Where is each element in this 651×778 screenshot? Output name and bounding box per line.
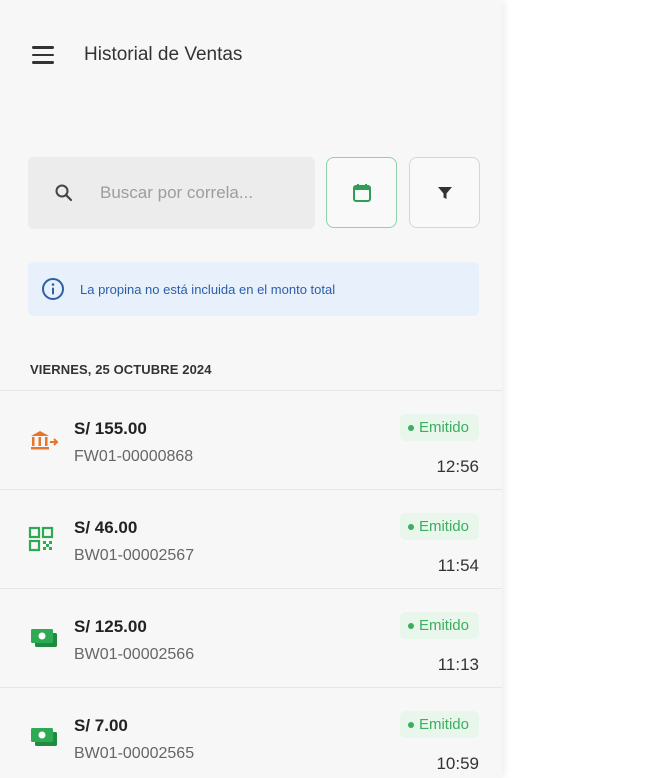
sale-row[interactable]: S/ 7.00 BW01-00002565 Emitido 10:59 — [0, 687, 502, 778]
status-dot-icon — [407, 622, 414, 629]
sale-row[interactable]: S/ 46.00 BW01-00002567 Emitido 11:54 — [0, 489, 502, 588]
calendar-button[interactable] — [326, 157, 397, 228]
status-label: Emitido — [418, 419, 469, 436]
status-dot-icon — [407, 721, 414, 728]
sale-amount: S/ 46.00 — [74, 518, 138, 537]
tip-info-banner: La propina no está incluida en el monto … — [28, 262, 479, 316]
calendar-icon — [352, 183, 371, 202]
status-label: Emitido — [418, 716, 469, 733]
status-label: Emitido — [418, 617, 469, 634]
search-icon — [55, 184, 73, 202]
sale-time: 12:56 — [436, 457, 479, 476]
status-dot-icon — [407, 523, 414, 530]
sale-time: 11:54 — [437, 556, 479, 575]
cash-icon — [31, 728, 57, 746]
sales-list: S/ 155.00 FW01-00000868 Emitido 12:56 S/… — [0, 390, 502, 778]
sale-row[interactable]: S/ 125.00 BW01-00002566 Emitido 11:13 — [0, 588, 502, 687]
filter-icon — [437, 186, 452, 199]
search-input[interactable] — [100, 177, 300, 209]
sale-amount: S/ 125.00 — [74, 617, 147, 636]
search-box[interactable] — [28, 157, 315, 229]
background-content — [490, 70, 640, 86]
bank-transfer-icon — [31, 431, 59, 450]
sale-time: 10:59 — [436, 754, 479, 773]
status-dot-icon — [407, 424, 414, 431]
sale-code: FW01-00000868 — [74, 448, 194, 465]
sale-code: BW01-00002567 — [74, 547, 195, 564]
status-badge: Emitido — [399, 612, 479, 639]
info-banner-text: La propina no está incluida en el monto … — [80, 282, 336, 297]
sales-history-panel: Historial de Ventas La propina no está i… — [0, 0, 502, 778]
info-icon — [42, 278, 64, 300]
sale-code: BW01-00002566 — [74, 646, 195, 663]
filter-button[interactable] — [409, 157, 480, 228]
app-bar: Historial de Ventas — [0, 36, 502, 76]
status-label: Emitido — [418, 518, 469, 535]
hamburger-menu-icon[interactable] — [32, 46, 54, 64]
sale-row[interactable]: S/ 155.00 FW01-00000868 Emitido 12:56 — [0, 390, 502, 489]
sale-code: BW01-00002565 — [74, 745, 195, 762]
page-title: Historial de Ventas — [84, 44, 243, 65]
status-badge: Emitido — [399, 711, 479, 738]
qr-code-icon — [28, 526, 54, 552]
sale-time: 11:13 — [437, 655, 479, 674]
date-group-header: VIERNES, 25 OCTUBRE 2024 — [30, 362, 212, 377]
status-badge: Emitido — [399, 414, 479, 441]
status-badge: Emitido — [399, 513, 479, 540]
cash-icon — [31, 629, 57, 647]
sale-amount: S/ 155.00 — [74, 419, 147, 438]
sale-amount: S/ 7.00 — [74, 716, 128, 735]
